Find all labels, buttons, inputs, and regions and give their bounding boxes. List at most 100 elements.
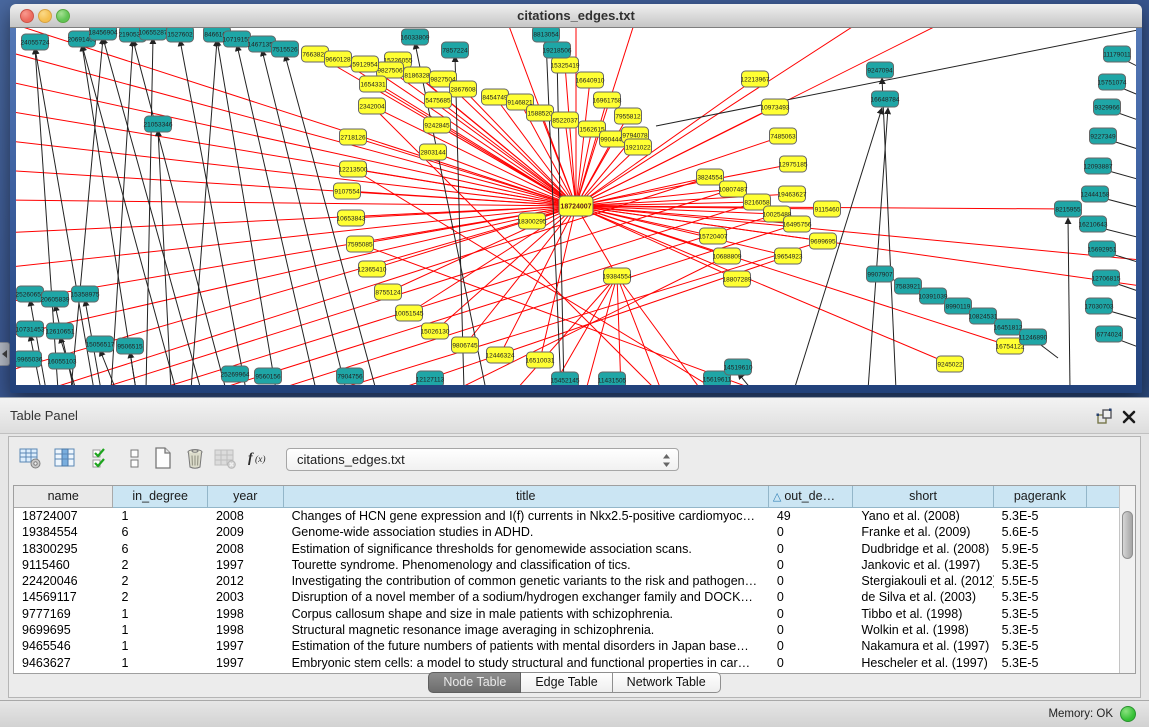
cell-filler[interactable] <box>1087 622 1120 638</box>
cell-out_degree[interactable]: 0 <box>769 524 854 540</box>
memory-status-icon[interactable] <box>1120 706 1136 722</box>
cell-in_degree[interactable]: 2 <box>113 573 208 589</box>
network-node[interactable]: 7515526 <box>272 41 299 57</box>
cell-pagerank[interactable]: 5.3E-5 <box>994 508 1088 524</box>
network-node[interactable]: 9806745 <box>452 337 479 353</box>
cell-year[interactable]: 2003 <box>208 589 284 605</box>
network-node[interactable]: 10731453 <box>16 321 45 337</box>
network-node[interactable]: 16495756 <box>783 216 812 232</box>
cell-short[interactable]: Yano et al. (2008) <box>853 508 993 524</box>
vertical-scrollbar[interactable] <box>1119 486 1135 673</box>
cell-filler[interactable] <box>1087 606 1120 622</box>
cell-year[interactable]: 2012 <box>208 573 284 589</box>
cell-year[interactable]: 2008 <box>208 541 284 557</box>
cell-name[interactable]: 18724007 <box>14 508 113 524</box>
cell-title[interactable]: Estimation of significance thresholds fo… <box>284 541 769 557</box>
cell-pagerank[interactable]: 5.3E-5 <box>994 589 1088 605</box>
network-node[interactable]: 18724007 <box>559 196 593 216</box>
cell-pagerank[interactable]: 5.3E-5 <box>994 622 1088 638</box>
cell-short[interactable]: Tibbo et al. (1998) <box>853 606 993 622</box>
network-node[interactable]: 1527602 <box>167 28 194 42</box>
cell-pagerank[interactable]: 5.5E-5 <box>994 573 1088 589</box>
cell-title[interactable]: Investigating the contribution of common… <box>284 573 769 589</box>
network-node[interactable]: 8215955 <box>1055 201 1082 217</box>
network-node[interactable]: 9699695 <box>810 233 837 249</box>
network-node[interactable]: 9247094 <box>867 62 894 78</box>
table-row[interactable]: 969969511998Structural magnetic resonanc… <box>14 622 1120 638</box>
cell-out_degree[interactable]: 49 <box>769 508 854 524</box>
network-node[interactable]: 7857224 <box>442 42 469 58</box>
table-mode-icon[interactable] <box>16 445 43 473</box>
cell-year[interactable]: 2008 <box>208 508 284 524</box>
network-node[interactable]: 15026130 <box>421 323 450 339</box>
network-node[interactable]: 12706815 <box>1092 270 1121 286</box>
tab-edge-table[interactable]: Edge Table <box>521 672 612 693</box>
network-node[interactable]: 15056517 <box>86 336 115 352</box>
column-header-year[interactable]: year <box>208 486 284 508</box>
network-node[interactable]: 19384554 <box>603 268 632 284</box>
function-builder-icon[interactable]: f (x) <box>245 445 272 473</box>
network-node[interactable]: 10807487 <box>719 181 748 197</box>
cell-out_degree[interactable]: 0 <box>769 557 854 573</box>
cell-title[interactable]: Corpus callosum shape and size in male p… <box>284 606 769 622</box>
network-node[interactable]: 16210643 <box>1079 216 1108 232</box>
cell-short[interactable]: Stergiakouli et al. (2012) <box>853 573 993 589</box>
table-panel-header[interactable]: Table Panel <box>0 397 1149 434</box>
network-node[interactable]: 19463627 <box>778 186 807 202</box>
network-node[interactable]: 8522037 <box>552 112 579 128</box>
network-node[interactable]: 12446324 <box>486 347 515 363</box>
close-icon[interactable] <box>1121 407 1137 425</box>
network-node[interactable]: 16961758 <box>593 92 622 108</box>
network-node[interactable]: 12444158 <box>1081 186 1110 202</box>
network-node[interactable]: 7904756 <box>337 368 364 384</box>
network-node[interactable]: 1654331 <box>360 76 387 92</box>
network-view-window[interactable]: citations_edges.txt 18724007152260559827… <box>10 4 1142 393</box>
table-select-dropdown[interactable]: citations_edges.txt <box>286 448 679 471</box>
column-header-pagerank[interactable]: pagerank <box>994 486 1088 508</box>
network-node[interactable]: 5475685 <box>425 92 452 108</box>
network-node[interactable]: 18807289 <box>723 271 752 287</box>
delete-table-icon[interactable] <box>181 445 208 473</box>
float-window-icon[interactable] <box>1095 407 1113 425</box>
network-node[interactable]: 8813054 <box>533 28 560 42</box>
network-node[interactable]: 15358975 <box>71 286 100 302</box>
column-header-short[interactable]: short <box>853 486 993 508</box>
cell-title[interactable]: Structural magnetic resonance image aver… <box>284 622 769 638</box>
network-node[interactable]: 15452145 <box>551 372 580 385</box>
network-node[interactable]: 16055103 <box>48 353 77 369</box>
network-node[interactable]: 7595085 <box>347 236 374 252</box>
network-node[interactable]: 9329966 <box>1094 99 1121 115</box>
cell-short[interactable]: Wolkin et al. (1998) <box>853 622 993 638</box>
network-node[interactable]: 9107554 <box>334 183 361 199</box>
cell-filler[interactable] <box>1087 557 1120 573</box>
table-row[interactable]: 1830029562008Estimation of significance … <box>14 541 1120 557</box>
network-node[interactable]: 8755124 <box>375 284 402 300</box>
network-node[interactable]: 6774024 <box>1096 326 1123 342</box>
network-node[interactable]: 12365410 <box>358 261 387 277</box>
network-node[interactable]: 16640910 <box>576 72 605 88</box>
network-node[interactable]: 3824554 <box>697 169 724 185</box>
network-node[interactable]: 19965036 <box>16 351 43 367</box>
network-node[interactable]: 15692951 <box>1088 241 1117 257</box>
network-node[interactable]: 16648784 <box>871 91 900 107</box>
column-header-name[interactable]: name <box>14 486 113 508</box>
network-node[interactable]: 9560156 <box>255 368 282 384</box>
table-row[interactable]: 1872400712008Changes of HCN gene express… <box>14 508 1120 524</box>
cell-short[interactable]: Nakamura et al. (1997) <box>853 638 993 654</box>
cell-in_degree[interactable]: 2 <box>113 589 208 605</box>
cell-out_degree[interactable]: 0 <box>769 541 854 557</box>
table-row[interactable]: 977716911998Corpus callosum shape and si… <box>14 606 1120 622</box>
cell-title[interactable]: Changes of HCN gene expression and I(f) … <box>284 508 769 524</box>
window-titlebar[interactable]: citations_edges.txt <box>10 4 1142 28</box>
network-node[interactable]: 9227349 <box>1090 128 1117 144</box>
network-node[interactable]: 2718126 <box>340 129 367 145</box>
clear-selection-icon[interactable] <box>121 445 148 473</box>
network-node[interactable]: 5912954 <box>352 56 379 72</box>
network-node[interactable]: 25269964 <box>221 366 250 382</box>
cell-short[interactable]: Franke et al. (2009) <box>853 524 993 540</box>
cell-out_degree[interactable]: 0 <box>769 606 854 622</box>
cell-out_degree[interactable]: 0 <box>769 573 854 589</box>
new-table-icon[interactable] <box>149 445 176 473</box>
cell-filler[interactable] <box>1087 589 1120 605</box>
cell-pagerank[interactable]: 5.6E-5 <box>994 524 1088 540</box>
